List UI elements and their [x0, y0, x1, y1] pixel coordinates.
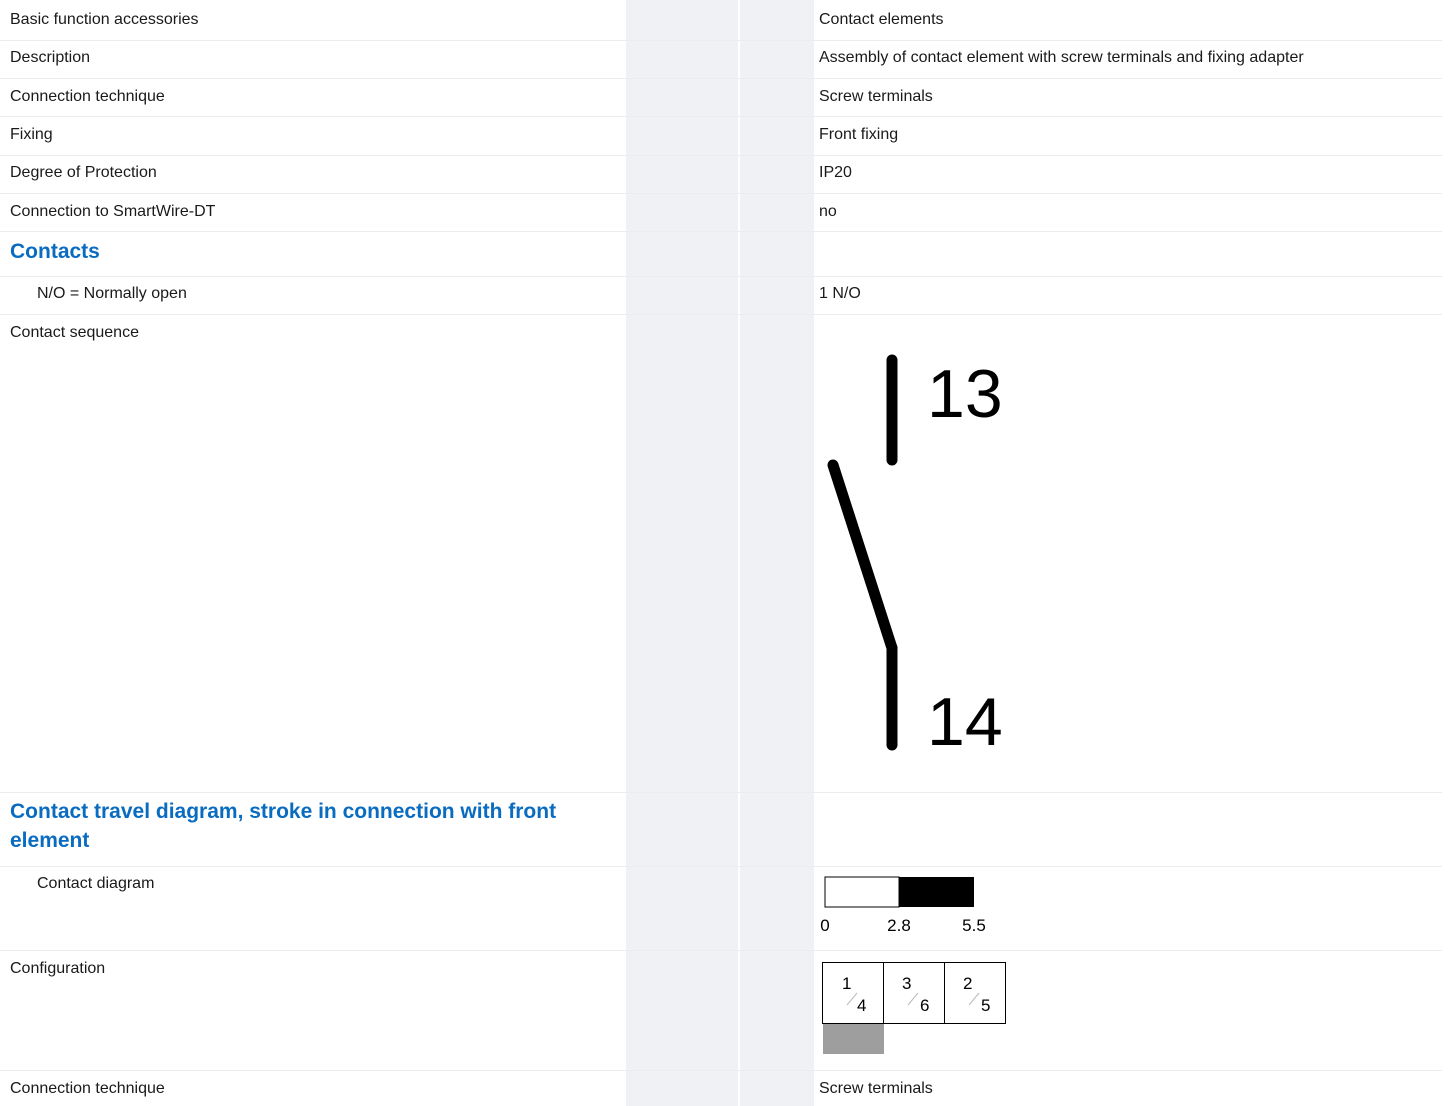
row-value: 1 N/O: [819, 285, 861, 302]
section-heading-travel-diagram: Contact travel diagram, stroke in connec…: [10, 800, 557, 852]
table-row: Contact sequence 13 14: [0, 315, 1442, 793]
table-row: Connection technique Screw terminals: [0, 79, 1442, 117]
table-row: Basic function accessories Contact eleme…: [0, 0, 1442, 41]
row-label: Connection technique: [10, 88, 165, 105]
table-row: Contacts: [0, 232, 1442, 277]
config-cell-numerator: 1: [842, 974, 851, 993]
config-cell-denominator: 6: [920, 996, 929, 1015]
table-row: Description Assembly of contact element …: [0, 41, 1442, 79]
row-value: Assembly of contact element with screw t…: [819, 49, 1304, 66]
row-label: Description: [10, 49, 91, 66]
travel-closed-segment: [899, 877, 974, 907]
row-value: Contact elements: [819, 11, 944, 28]
config-cell-numerator: 3: [902, 974, 911, 993]
terminal-label-bottom: 14: [927, 684, 1003, 760]
configuration-diagram: 1 4 3 6 2 5: [822, 962, 1006, 1054]
table-row: N/O = Normally open 1 N/O: [0, 277, 1442, 315]
section-heading-contacts: Contacts: [10, 240, 100, 263]
table-row: Configuration 1 4 3 6 2 5: [0, 951, 1442, 1071]
tick-label: 2.8: [887, 916, 911, 935]
row-label: Fixing: [10, 126, 53, 143]
contact-travel-bar: 0 2.8 5.5: [820, 876, 986, 935]
row-value: Front fixing: [819, 126, 899, 143]
table-row: Connection to SmartWire-DT no: [0, 194, 1442, 232]
config-cell-denominator: 4: [857, 996, 866, 1015]
table-row: Contact travel diagram, stroke in connec…: [0, 793, 1442, 867]
row-value: Screw terminals: [819, 88, 933, 105]
row-label: Connection to SmartWire-DT: [10, 203, 216, 220]
row-label: Connection technique: [10, 1080, 165, 1097]
row-label: N/O = Normally open: [37, 285, 187, 302]
row-label: Contact sequence: [10, 324, 139, 341]
table-row: Contact diagram 0 2.8 5.5: [0, 867, 1442, 951]
config-cell-numerator: 2: [963, 974, 972, 993]
tick-label: 5.5: [962, 916, 986, 935]
row-label: Configuration: [10, 960, 106, 977]
table-row: Fixing Front fixing: [0, 117, 1442, 156]
contact-switch-line: [827, 459, 898, 654]
config-position-marker: [823, 1024, 884, 1054]
contact-sequence-diagram: 13 14: [827, 354, 1003, 760]
row-label: Contact diagram: [37, 875, 155, 892]
tick-label: 0: [820, 916, 829, 935]
row-label: Basic function accessories: [10, 11, 199, 28]
config-grid: [822, 962, 1006, 1024]
table-row: Degree of Protection IP20: [0, 156, 1442, 194]
table-row: Connection technique Screw terminals: [0, 1071, 1442, 1106]
travel-open-segment: [824, 876, 900, 908]
row-label: Degree of Protection: [10, 164, 157, 181]
row-value: no: [819, 203, 837, 220]
row-value: IP20: [819, 164, 852, 181]
terminal-label-top: 13: [927, 356, 1003, 432]
config-cell-denominator: 5: [981, 996, 990, 1015]
row-value: Screw terminals: [819, 1080, 933, 1097]
